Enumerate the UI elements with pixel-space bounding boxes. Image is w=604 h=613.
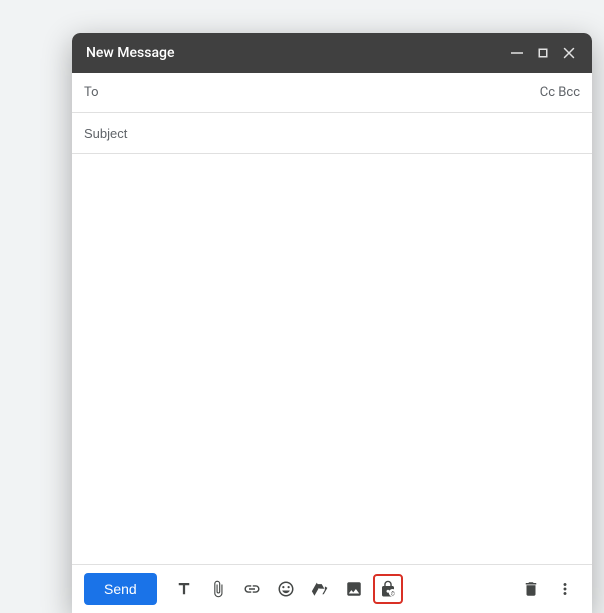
subject-row xyxy=(72,113,592,153)
photo-icon[interactable] xyxy=(339,574,369,604)
drive-icon[interactable] xyxy=(305,574,335,604)
compose-body[interactable] xyxy=(72,154,592,564)
expand-icon[interactable] xyxy=(534,44,552,62)
compose-toolbar: Send ⏱ xyxy=(72,564,592,613)
delete-icon[interactable] xyxy=(516,574,546,604)
emoji-icon[interactable] xyxy=(271,574,301,604)
toolbar-right xyxy=(516,574,580,604)
cc-bcc-button[interactable]: Cc Bcc xyxy=(540,85,580,100)
minimize-icon[interactable] xyxy=(508,44,526,62)
send-button[interactable]: Send xyxy=(84,573,157,605)
svg-text:⏱: ⏱ xyxy=(390,591,394,597)
link-icon[interactable] xyxy=(237,574,267,604)
to-field-row: To Cc Bcc xyxy=(72,73,592,113)
subject-field-row xyxy=(72,113,592,154)
close-icon[interactable] xyxy=(560,44,578,62)
to-input[interactable] xyxy=(114,85,540,100)
header-actions xyxy=(508,44,578,62)
compose-window: New Message To Cc Bcc Send xyxy=(72,33,592,613)
to-label: To xyxy=(84,85,114,100)
compose-title: New Message xyxy=(86,45,174,61)
body-textarea[interactable] xyxy=(84,162,580,556)
compose-header[interactable]: New Message xyxy=(72,33,592,73)
attach-icon[interactable] xyxy=(203,574,233,604)
more-options-icon[interactable] xyxy=(550,574,580,604)
lock-confidential-icon[interactable]: ⏱ xyxy=(373,574,403,604)
subject-input[interactable] xyxy=(84,126,580,141)
format-text-icon[interactable] xyxy=(169,574,199,604)
